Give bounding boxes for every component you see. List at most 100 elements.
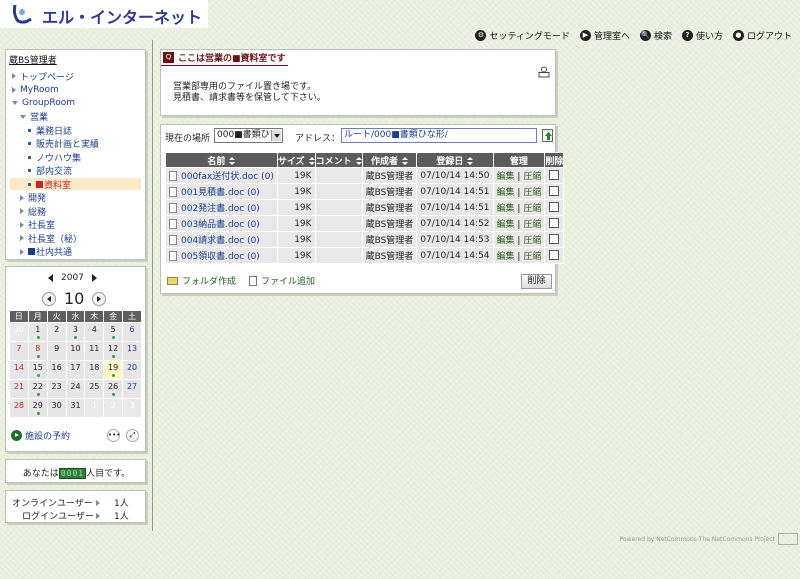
compress-link[interactable]: 圧縮 <box>523 172 541 182</box>
tree-item[interactable]: トップページ <box>12 70 74 83</box>
edit-link[interactable]: 編集 <box>497 220 515 230</box>
compress-link[interactable]: 圧縮 <box>523 236 541 246</box>
tree-item[interactable]: 営業 <box>20 111 48 123</box>
file-name-cell[interactable]: 001見積書.doc (0) <box>166 184 277 199</box>
calendar-day[interactable]: 18 <box>85 361 104 379</box>
calendar-day[interactable]: 23 <box>47 380 66 398</box>
file-name-cell[interactable]: 005領収書.doc (0) <box>166 248 277 263</box>
create-folder-link[interactable]: フォルダ作成 <box>167 274 236 287</box>
file-name-cell[interactable]: 002発注書.doc (0) <box>166 200 277 215</box>
calendar-day[interactable]: 28 <box>10 399 28 417</box>
calendar-day[interactable]: 7 <box>10 342 28 360</box>
col-author[interactable]: 作成者 <box>362 153 417 167</box>
calendar-day[interactable]: 15 <box>28 361 47 379</box>
prev-month-button[interactable] <box>42 291 56 306</box>
prev-year-icon[interactable] <box>48 274 53 282</box>
calendar-day[interactable]: 2 <box>47 323 66 341</box>
add-file-link[interactable]: ファイル追加 <box>249 274 315 287</box>
calendar-day[interactable]: 6 <box>123 323 141 341</box>
edit-link[interactable]: 編集 <box>497 204 515 214</box>
delete-checkbox[interactable] <box>549 169 560 180</box>
calendar-day[interactable]: 14 <box>10 361 28 379</box>
file-name-link[interactable]: 005領収書.doc (0) <box>181 252 260 262</box>
delete-button[interactable]: 削除 <box>521 274 552 289</box>
file-name-cell[interactable]: 004請求書.doc (0) <box>166 232 277 247</box>
tree-item[interactable]: GroupRoom <box>12 97 75 109</box>
calendar-day[interactable]: 1 <box>85 399 104 417</box>
calendar-day[interactable]: 30 <box>10 323 28 341</box>
tree-item[interactable]: MyRoom <box>12 84 59 96</box>
calendar-day[interactable]: 1 <box>28 323 47 341</box>
col-size[interactable]: サイズ <box>277 153 315 167</box>
calendar-day[interactable]: 13 <box>123 342 141 360</box>
nav-item-settings-mode[interactable]: ⚙ セッティングモード <box>475 29 570 42</box>
file-name-cell[interactable]: 003納品書.doc (0) <box>166 216 277 231</box>
calendar-day[interactable]: 4 <box>85 323 104 341</box>
calendar-day[interactable]: 27 <box>123 380 141 398</box>
calendar-day[interactable]: 31 <box>66 399 85 417</box>
next-month-button[interactable] <box>92 291 107 306</box>
nav-item-logout[interactable]: ● ログアウト <box>732 29 792 42</box>
calendar-day[interactable]: 8 <box>28 342 47 360</box>
calendar-day[interactable]: 16 <box>47 361 66 379</box>
calendar-day[interactable]: 20 <box>123 361 141 379</box>
nav-item-admin-room[interactable]: ▶ 管理室へ <box>579 29 630 42</box>
address-field[interactable]: ルート/000■書類ひな形/ <box>341 128 537 143</box>
delete-checkbox[interactable] <box>549 249 560 260</box>
tree-item[interactable]: 販売計画と実績 <box>28 138 99 150</box>
user-name[interactable]: 蔵BS管理者 <box>9 53 57 66</box>
calendar-day[interactable]: 30 <box>47 399 66 417</box>
color-palette-icon[interactable]: ••• <box>107 429 120 442</box>
edit-link[interactable]: 編集 <box>497 172 515 182</box>
calendar-day[interactable]: 12 <box>104 342 123 360</box>
file-name-link[interactable]: 004請求書.doc (0) <box>181 236 260 246</box>
file-name-link[interactable]: 001見積書.doc (0) <box>181 188 260 198</box>
delete-checkbox[interactable] <box>549 217 560 228</box>
delete-checkbox[interactable] <box>549 201 560 212</box>
edit-link[interactable]: 編集 <box>497 188 515 198</box>
print-icon[interactable] <box>538 66 550 78</box>
tree-item[interactable]: 社長室 <box>20 219 55 231</box>
compress-link[interactable]: 圧縮 <box>523 220 541 230</box>
tree-item[interactable]: 部内交流 <box>28 165 72 177</box>
tree-item[interactable]: 社内共通 <box>20 246 72 258</box>
online-users-row[interactable]: オンラインユーザー 1人 <box>12 496 129 509</box>
calendar-day[interactable]: 3 <box>123 399 141 417</box>
col-comment[interactable]: コメント <box>315 153 362 167</box>
tree-item[interactable]: 資料室 <box>10 178 141 191</box>
file-name-cell[interactable]: 000fax送付状.doc (0) <box>166 168 277 183</box>
edit-link[interactable]: 編集 <box>497 236 515 246</box>
tree-item[interactable]: 開発 <box>20 192 46 204</box>
delete-checkbox[interactable] <box>549 233 560 244</box>
login-users-row[interactable]: ログインユーザー 1人 <box>22 509 129 522</box>
calendar-day[interactable]: 2 <box>104 399 123 417</box>
calendar-day[interactable]: 11 <box>85 342 104 360</box>
compress-link[interactable]: 圧縮 <box>523 188 541 198</box>
nav-item-help[interactable]: ? 使い方 <box>681 29 723 42</box>
edit-link[interactable]: 編集 <box>497 252 515 262</box>
calendar-day[interactable]: 3 <box>66 323 85 341</box>
calendar-day[interactable]: 26 <box>104 380 123 398</box>
col-name[interactable]: 名前 <box>166 153 277 167</box>
file-name-link[interactable]: 000fax送付状.doc (0) <box>181 172 274 182</box>
calendar-day[interactable]: 22 <box>28 380 47 398</box>
calendar-day[interactable]: 25 <box>85 380 104 398</box>
file-name-link[interactable]: 003納品書.doc (0) <box>181 220 260 230</box>
delete-checkbox[interactable] <box>549 185 560 196</box>
facility-reservation-link[interactable]: 施設の予約 <box>11 429 70 442</box>
location-select[interactable]: 000■書類ひ <box>214 128 283 143</box>
tree-item[interactable]: 業務日誌 <box>28 124 72 137</box>
calendar-day[interactable]: 5 <box>104 323 123 341</box>
file-name-link[interactable]: 002発注書.doc (0) <box>181 204 260 214</box>
compress-link[interactable]: 圧縮 <box>523 204 541 214</box>
calendar-day[interactable]: 24 <box>66 380 85 398</box>
calendar-day[interactable]: 29 <box>28 399 47 417</box>
calendar-day[interactable]: 19 <box>104 361 123 379</box>
compress-link[interactable]: 圧縮 <box>523 252 541 262</box>
calendar-day[interactable]: 10 <box>66 342 85 360</box>
next-year-icon[interactable] <box>91 274 97 282</box>
calendar-day[interactable]: 17 <box>66 361 85 379</box>
calendar-day[interactable]: 21 <box>10 380 28 398</box>
tree-item[interactable]: 社長室（秘） <box>20 232 82 245</box>
calendar-day[interactable]: 9 <box>47 342 66 360</box>
